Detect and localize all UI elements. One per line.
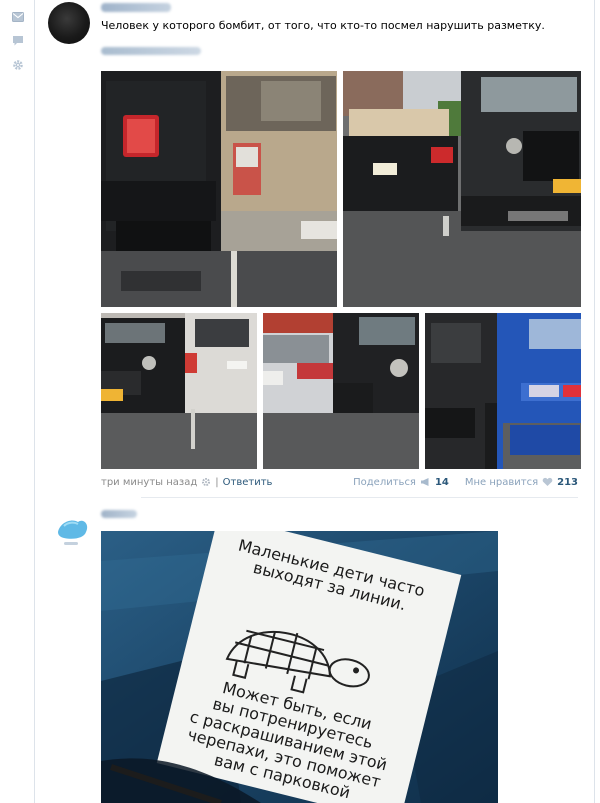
mail-icon[interactable]	[11, 10, 25, 24]
heart-icon	[542, 477, 553, 487]
author-name-blurred[interactable]	[101, 510, 137, 518]
like-label: Мне нравится	[464, 476, 539, 488]
separator: |	[215, 476, 219, 488]
gear-icon[interactable]	[11, 58, 25, 72]
left-sidebar	[0, 0, 34, 803]
post-divider	[141, 497, 578, 498]
reply-link[interactable]: Ответить	[223, 477, 273, 488]
like-count: 213	[557, 476, 578, 488]
share-count: 14	[434, 476, 449, 488]
settings-gear-icon[interactable]	[201, 477, 211, 487]
photo-3[interactable]	[101, 313, 257, 469]
share-label: Поделиться	[353, 476, 416, 488]
chat-icon[interactable]	[11, 34, 25, 48]
hashtag-link-blurred[interactable]	[101, 47, 201, 55]
content-border-left	[34, 0, 35, 803]
content-border-right	[594, 0, 595, 803]
avatar[interactable]	[48, 2, 90, 44]
post-text: Человек у которого бомбит, от того, что …	[101, 19, 545, 32]
share-button[interactable]: Поделиться 14	[353, 477, 449, 488]
photo-4[interactable]	[263, 313, 419, 469]
post-time[interactable]: три минуты назад	[101, 477, 197, 488]
photo-1[interactable]	[101, 71, 337, 307]
photo-2[interactable]	[343, 71, 581, 307]
author-name-blurred[interactable]	[101, 3, 171, 12]
photo-5[interactable]	[425, 313, 581, 469]
avatar[interactable]	[50, 510, 92, 552]
photo-note-on-windshield[interactable]: Маленькие дети часто выходят за линии. М…	[101, 531, 498, 803]
megaphone-icon	[420, 477, 431, 487]
post-meta-row: три минуты назад | Ответить Поделиться 1…	[101, 474, 578, 490]
like-button[interactable]: Мне нравится 213	[465, 477, 578, 488]
